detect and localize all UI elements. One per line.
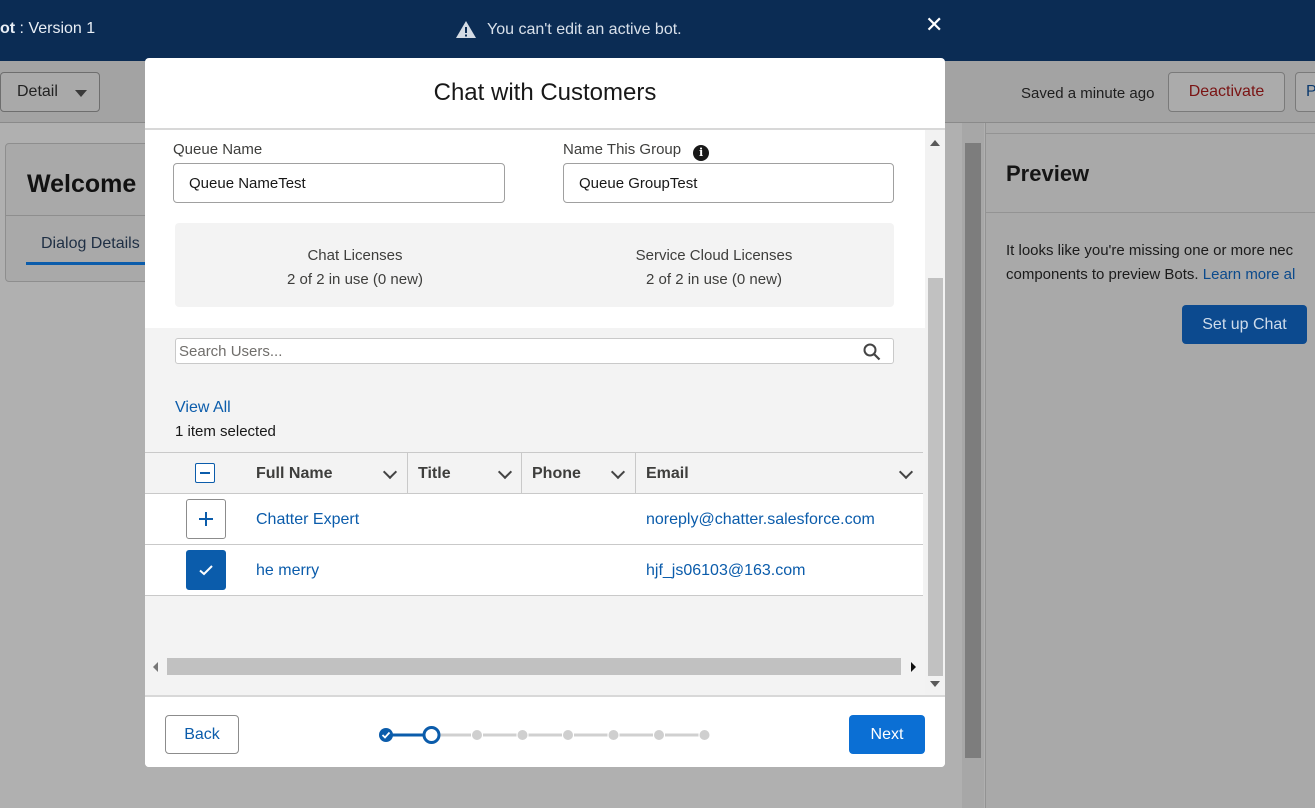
modal-title: Chat with Customers bbox=[433, 79, 657, 106]
column-header-email[interactable]: Email bbox=[646, 465, 689, 483]
modal-header: Chat with Customers bbox=[145, 58, 945, 130]
select-all-checkbox[interactable] bbox=[195, 463, 215, 483]
scroll-left-icon[interactable] bbox=[153, 662, 158, 672]
checkmark-icon bbox=[199, 565, 213, 576]
selected-count: 1 item selected bbox=[175, 423, 276, 440]
user-email[interactable]: hjf_js06103@163.com bbox=[646, 562, 805, 580]
view-select-label: Detail bbox=[17, 83, 58, 100]
scroll-right-icon[interactable] bbox=[911, 662, 916, 672]
welcome-title: Welcome bbox=[27, 170, 137, 198]
tab-dialog-details[interactable]: Dialog Details bbox=[41, 235, 140, 253]
user-full-name[interactable]: Chatter Expert bbox=[256, 511, 359, 529]
scroll-down-icon[interactable] bbox=[930, 681, 940, 687]
table-header: Full Name Title Phone Email bbox=[145, 453, 923, 494]
next-button[interactable]: Next bbox=[849, 715, 925, 754]
search-users-input[interactable]: Search Users... bbox=[175, 338, 894, 364]
license-chat: Chat Licenses 2 of 2 in use (0 new) bbox=[205, 244, 505, 292]
step-pending[interactable] bbox=[472, 730, 482, 740]
license-name: Service Cloud Licenses bbox=[635, 247, 793, 264]
table-row[interactable]: he merry hjf_js06103@163.com bbox=[145, 545, 923, 596]
progress-stepper bbox=[379, 726, 710, 744]
step-complete-icon[interactable] bbox=[379, 728, 393, 742]
user-full-name[interactable]: he merry bbox=[256, 562, 319, 580]
queue-name-input[interactable]: Queue NameTest bbox=[173, 163, 505, 203]
license-service-cloud: Service Cloud Licenses 2 of 2 in use (0 … bbox=[564, 244, 864, 292]
table-row[interactable]: Chatter Expert noreply@chatter.salesforc… bbox=[145, 494, 923, 545]
back-button[interactable]: Back bbox=[165, 715, 239, 754]
divider bbox=[6, 215, 166, 216]
info-icon[interactable]: i bbox=[693, 144, 710, 161]
modal-footer: Back Next bbox=[145, 695, 945, 767]
column-header-phone[interactable]: Phone bbox=[532, 465, 581, 483]
group-name-input[interactable]: Queue GroupTest bbox=[563, 163, 894, 203]
minus-icon bbox=[200, 472, 210, 474]
license-usage: 2 of 2 in use (0 new) bbox=[287, 271, 423, 288]
step-pending[interactable] bbox=[563, 730, 573, 740]
step-pending[interactable] bbox=[517, 730, 528, 740]
step-pending[interactable] bbox=[608, 730, 619, 740]
scroll-up-icon[interactable] bbox=[930, 140, 940, 146]
preview-message: It looks like you're missing one or more… bbox=[1006, 239, 1315, 287]
add-user-button[interactable] bbox=[186, 499, 226, 539]
active-bot-warning: You can't edit an active bot. bbox=[455, 20, 682, 39]
plus-icon bbox=[199, 512, 213, 526]
top-bar: ot : Version 1 You can't edit an active … bbox=[0, 0, 1315, 61]
view-all-link[interactable]: View All bbox=[175, 399, 231, 417]
license-summary: Chat Licenses 2 of 2 in use (0 new) Serv… bbox=[175, 223, 894, 307]
preview-message-line1: It looks like you're missing one or more… bbox=[1006, 242, 1294, 259]
license-name: Chat Licenses bbox=[307, 247, 403, 264]
learn-more-link[interactable]: Learn more al bbox=[1203, 266, 1296, 283]
bot-version-title: ot : Version 1 bbox=[0, 20, 96, 37]
column-divider[interactable] bbox=[521, 453, 522, 493]
column-header-full-name[interactable]: Full Name bbox=[256, 465, 332, 483]
step-pending[interactable] bbox=[654, 730, 664, 740]
step-current[interactable] bbox=[422, 726, 441, 744]
warning-text: You can't edit an active bot. bbox=[487, 20, 682, 38]
preview-panel: Preview It looks like you're missing one… bbox=[985, 123, 1315, 808]
overflow-button[interactable]: P bbox=[1295, 72, 1315, 112]
chevron-down-icon[interactable] bbox=[898, 464, 914, 480]
chevron-down-icon[interactable] bbox=[610, 464, 626, 480]
deactivate-button[interactable]: Deactivate bbox=[1168, 72, 1285, 112]
horizontal-scrollbar-thumb[interactable] bbox=[167, 658, 901, 675]
table-horizontal-scrollbar[interactable] bbox=[153, 658, 919, 675]
step-pending[interactable] bbox=[699, 730, 710, 740]
column-divider[interactable] bbox=[407, 453, 408, 493]
preview-title: Preview bbox=[1006, 161, 1090, 186]
users-table: Full Name Title Phone Email Chatter Expe… bbox=[145, 452, 923, 597]
search-icon[interactable] bbox=[863, 343, 881, 361]
close-icon[interactable]: ✕ bbox=[925, 12, 943, 38]
caret-down-icon bbox=[75, 90, 87, 97]
preview-message-line2: components to preview Bots. Learn more a… bbox=[1006, 266, 1296, 283]
column-divider[interactable] bbox=[635, 453, 636, 493]
view-select[interactable]: Detail bbox=[0, 72, 100, 112]
chat-setup-modal: Chat with Customers Queue Name Queue Nam… bbox=[145, 58, 945, 767]
user-selection-area: Search Users... View All 1 item selected… bbox=[145, 328, 925, 695]
page-scrollbar-thumb[interactable] bbox=[965, 143, 981, 758]
chevron-down-icon[interactable] bbox=[382, 464, 398, 480]
column-header-title[interactable]: Title bbox=[418, 465, 451, 483]
remove-user-button[interactable] bbox=[186, 550, 226, 590]
active-tab-indicator bbox=[26, 262, 156, 265]
group-name-label: Name This Group i bbox=[563, 141, 710, 161]
user-email[interactable]: noreply@chatter.salesforce.com bbox=[646, 511, 875, 529]
saved-status: Saved a minute ago bbox=[1021, 85, 1155, 102]
warning-icon bbox=[456, 21, 476, 38]
chevron-down-icon[interactable] bbox=[497, 464, 513, 480]
modal-scrollbar-thumb[interactable] bbox=[928, 278, 943, 676]
set-up-chat-button[interactable]: Set up Chat bbox=[1182, 305, 1307, 344]
license-usage: 2 of 2 in use (0 new) bbox=[646, 271, 782, 288]
search-placeholder: Search Users... bbox=[179, 342, 283, 360]
modal-body: Queue Name Queue NameTest Name This Grou… bbox=[145, 130, 945, 695]
welcome-card: Welcome Dialog Details bbox=[5, 143, 166, 282]
queue-name-label: Queue Name bbox=[173, 141, 263, 158]
